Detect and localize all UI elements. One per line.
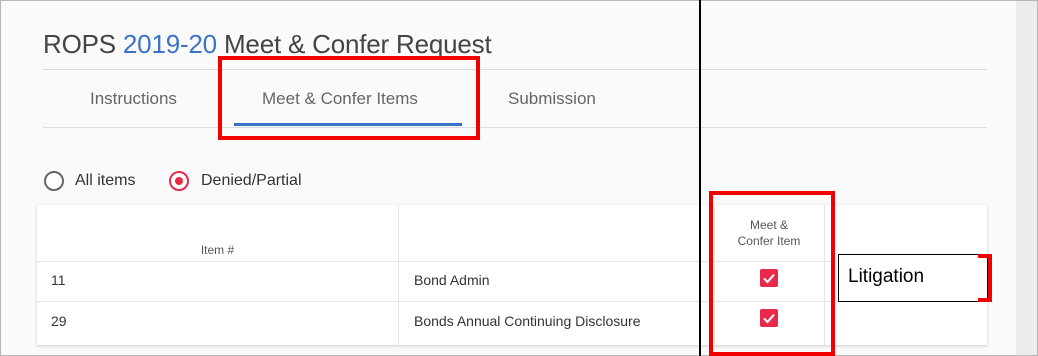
highlight-box-column — [709, 191, 835, 356]
radio-all-items[interactable] — [44, 171, 64, 191]
tab-submission[interactable]: Submission — [508, 89, 596, 109]
litigation-callout-highlight — [978, 254, 992, 302]
litigation-label: Litigation — [848, 266, 925, 287]
row-1-description: Bond Admin — [414, 272, 490, 288]
radio-denied-partial[interactable] — [169, 171, 189, 191]
title-divider — [43, 69, 987, 70]
column-divider — [398, 205, 399, 345]
header-item-number[interactable]: Item # — [37, 243, 398, 257]
right-gutter — [1016, 1, 1037, 355]
row-2-item-number: 29 — [51, 313, 67, 329]
row-1-item-number: 11 — [51, 272, 66, 288]
tabs-divider — [43, 127, 987, 128]
annotation-divider-line — [699, 0, 701, 356]
row-2-description: Bonds Annual Continuing Disclosure — [414, 313, 641, 329]
radio-denied-partial-label[interactable]: Denied/Partial — [201, 172, 302, 190]
radio-all-items-label[interactable]: All items — [75, 172, 135, 190]
page-title-year: 2019-20 — [122, 29, 217, 59]
highlight-box-tab — [218, 56, 480, 140]
tab-instructions[interactable]: Instructions — [90, 89, 177, 109]
